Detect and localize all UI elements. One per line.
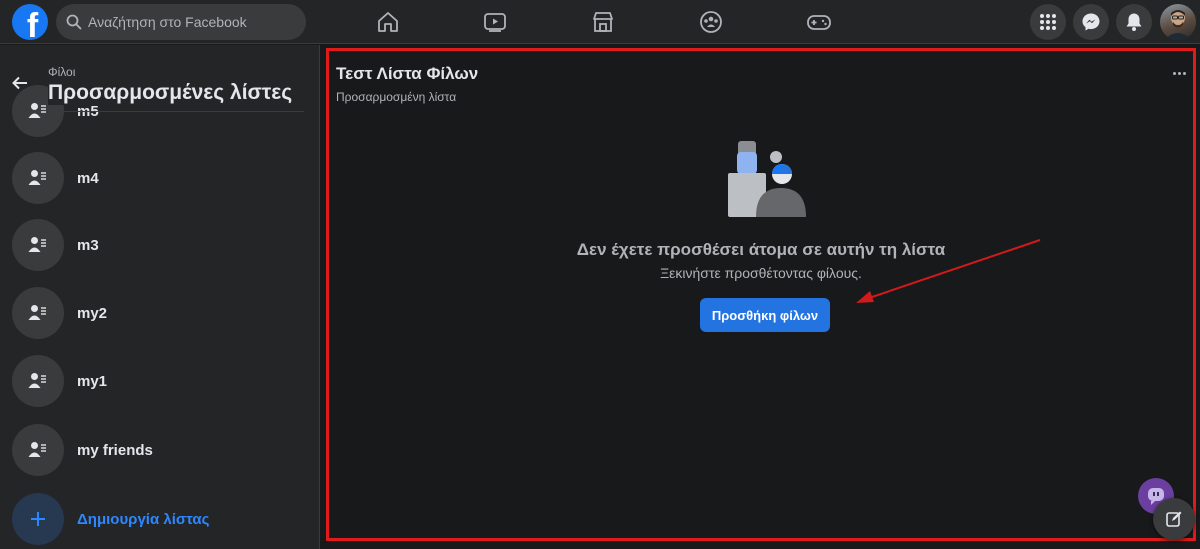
list-item-my-friends[interactable]: my friends (12, 424, 312, 476)
new-message-icon[interactable] (1153, 498, 1195, 540)
divider (48, 111, 304, 112)
list-item-my1[interactable]: my1 (12, 355, 312, 407)
profile-avatar[interactable] (1160, 4, 1196, 40)
page-title: Τεστ Λίστα Φίλων (336, 64, 479, 83)
watch-icon[interactable] (479, 6, 511, 38)
empty-state-subtitle: Ξεκινήστε προσθέτοντας φίλους. (660, 265, 862, 281)
create-list-label: Δημιουργία λίστας (77, 510, 210, 528)
gaming-icon[interactable] (803, 6, 835, 38)
sidebar-title: Προσαρμοσμένες λίστες (48, 81, 297, 105)
notifications-icon[interactable] (1116, 4, 1152, 40)
list-item-m3[interactable]: m3 (12, 219, 312, 271)
top-navigation-bar: f (0, 0, 1200, 44)
empty-state-title: Δεν έχετε προσθέσει άτομα σε αυτήν τη λί… (576, 240, 946, 259)
list-detail-panel: Τεστ Λίστα Φίλων Προσαρμοσμένη λίστα Δεν… (326, 48, 1196, 541)
facebook-logo[interactable]: f (12, 4, 48, 40)
list-item-label: my2 (77, 304, 108, 322)
groups-icon[interactable] (695, 6, 727, 38)
add-friends-button[interactable]: Προσθήκη φίλων (700, 298, 830, 332)
menu-grid-icon[interactable] (1030, 4, 1066, 40)
search-box[interactable] (56, 4, 306, 40)
plus-icon (12, 493, 64, 545)
page-subtitle: Προσαρμοσμένη λίστα (336, 90, 457, 104)
custom-list-icon (12, 219, 64, 271)
breadcrumb[interactable]: Φίλοι (48, 65, 75, 79)
marketplace-icon[interactable] (587, 6, 619, 38)
sidebar: Φίλοι Προσαρμοσμένες λίστες m5 m4 m3 my2… (0, 45, 320, 549)
custom-list-icon (12, 355, 64, 407)
list-item-m4[interactable]: m4 (12, 152, 312, 204)
search-input[interactable] (88, 14, 288, 30)
search-icon (66, 14, 82, 30)
empty-list-illustration (728, 141, 806, 217)
list-item-label: my friends (77, 441, 153, 459)
list-item-label: m3 (77, 236, 99, 254)
create-list-button[interactable]: Δημιουργία λίστας (12, 493, 312, 545)
custom-list-icon (12, 287, 64, 339)
custom-list-icon (12, 424, 64, 476)
list-item-label: m4 (77, 169, 99, 187)
list-item-my2[interactable]: my2 (12, 287, 312, 339)
more-options-icon[interactable] (1169, 67, 1189, 79)
custom-list-icon (12, 152, 64, 204)
messenger-icon[interactable] (1073, 4, 1109, 40)
list-item-label: my1 (77, 372, 108, 390)
home-icon[interactable] (372, 6, 404, 38)
